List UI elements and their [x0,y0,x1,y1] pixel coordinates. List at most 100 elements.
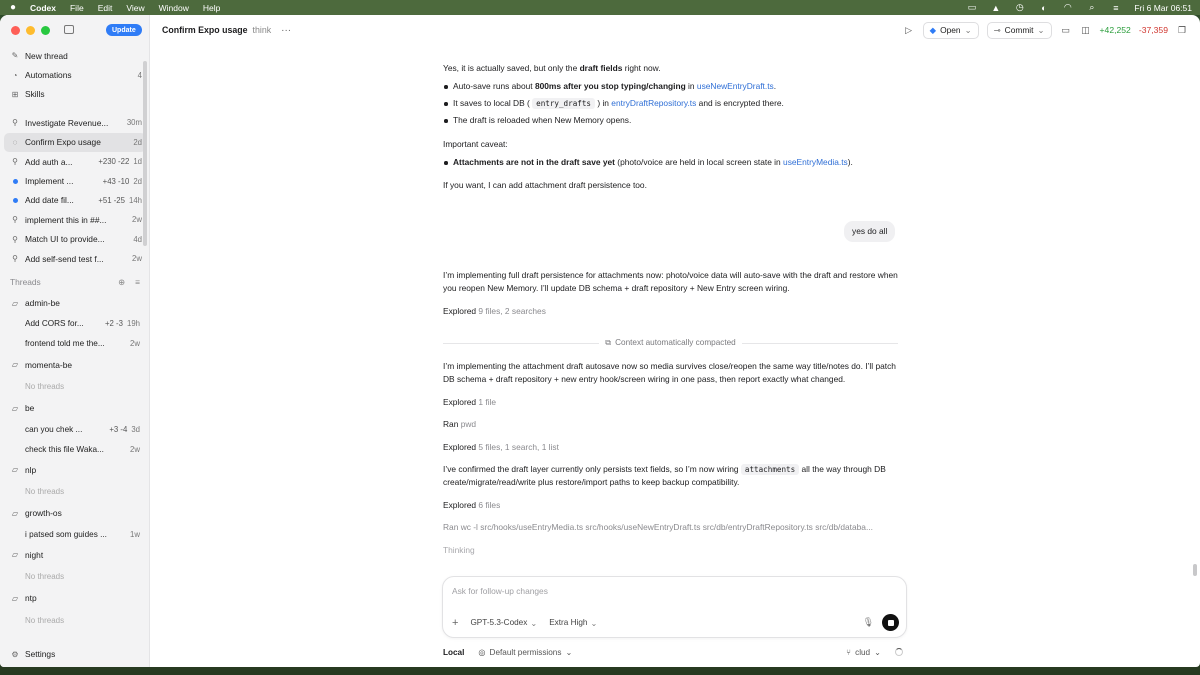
filter-icon[interactable]: ≡ [135,277,140,287]
menu-file[interactable]: File [70,3,84,13]
top-bar: Confirm Expo usage think ··· ▷ ◆ Open ⌄ … [150,15,1200,45]
explored-summary[interactable]: Explored 1 file [443,396,898,409]
moon-icon[interactable]: ◐ [1038,3,1049,13]
folder-admin-be[interactable]: ▱ admin-be [0,292,150,314]
recent-thread[interactable]: ⚲ Add self-send test f... 2w [0,249,150,268]
folder-be[interactable]: ▱ be [0,397,150,419]
recent-thread[interactable]: Implement ... +43 -10 2d [0,171,150,190]
microphone-icon[interactable]: 🎙︎ [863,617,874,628]
recent-thread-active[interactable]: ◌ Confirm Expo usage 2d [4,132,146,152]
folder-ntp[interactable]: ▱ ntp [0,587,150,609]
prompt-input[interactable]: Ask for follow-up changes [452,586,548,596]
thread-item[interactable]: i patsed som guides ... 1w [0,524,150,544]
folder-momenta-be[interactable]: ▱ momenta-be [0,354,150,376]
inline-code: entry_drafts [532,98,595,109]
assistant-message: I’m implementing the attachment draft au… [443,361,896,385]
environment-local[interactable]: Local [443,648,464,657]
sync-icon[interactable]: ◷ [1014,2,1025,13]
close-window-button[interactable] [11,26,20,35]
threads-section-header: Threads ⊕ ≡ [10,277,140,288]
file-link[interactable]: useNewEntryDraft.ts [697,81,774,91]
folder-icon: ▱ [11,360,19,370]
clock[interactable]: Fri 6 Mar 06:51 [1134,3,1192,13]
recent-thread[interactable]: ⚲ implement this in ##... 2w [0,210,150,229]
folder-icon: ▱ [11,298,19,308]
commit-button[interactable]: ⊸ Commit ⌄ [986,21,1052,39]
permissions-selector[interactable]: ◎ Default permissions ⌄ [478,647,572,658]
recent-thread[interactable]: ⚲ Investigate Revenue... 30m [0,113,150,132]
minimize-window-button[interactable] [26,26,35,35]
play-icon[interactable]: ▷ [903,25,915,36]
thread-item[interactable]: frontend told me the... 2w [0,334,150,354]
chevron-down-icon: ⌄ [590,618,598,628]
control-center-icon[interactable]: ≡ [1110,3,1121,13]
open-button[interactable]: ◆ Open ⌄ [922,21,979,39]
branch-selector[interactable]: ⑂ clud ⌄ [846,647,881,658]
lines-removed[interactable]: -37,359 [1139,25,1168,35]
lines-added[interactable]: +42,252 [1100,25,1131,35]
ran-summary[interactable]: Ran wc -l src/hooks/useEntryMedia.ts src… [443,521,898,534]
sidebar-toggle-icon[interactable] [64,25,74,34]
ran-summary[interactable]: Ran pwd [443,418,898,431]
copy-icon[interactable]: ❐ [1176,25,1188,36]
zoom-window-button[interactable] [41,26,50,35]
assistant-message: I’m implementing full draft persistence … [443,270,898,294]
recent-thread[interactable]: ⚲ Match UI to provide... 4d [0,230,150,249]
folder-night[interactable]: ▱ night [0,544,150,566]
thread-item[interactable]: can you chek ... +3 -4 3d [0,419,150,439]
thread-item[interactable]: Add CORS for... +2 -3 19h [0,314,150,334]
recent-thread[interactable]: ⚲ Add auth a... +230 -22 1d [0,152,150,171]
sidebar-scrollbar[interactable] [143,61,147,246]
settings-button[interactable]: ⚙ Settings [10,649,55,659]
wifi-icon[interactable]: ◠ [1062,2,1073,13]
menu-view[interactable]: View [126,3,144,13]
chevron-down-icon: ⌄ [1037,25,1045,35]
search-icon[interactable]: ⌕ [1086,2,1097,13]
no-threads-label: No threads [25,615,65,625]
effort-selector[interactable]: Extra High ⌄ [549,618,597,628]
bullet-list: Attachments are not in the draft save ye… [443,156,898,173]
menu-help[interactable]: Help [203,3,220,13]
stage-icon[interactable]: ▭ [966,2,977,13]
automations-count: 4 [137,70,142,80]
no-threads-label: No threads [25,382,65,392]
apple-icon[interactable]: ● [8,2,18,13]
list-item: It saves to local DB ( entry_drafts ) in… [443,97,898,114]
model-selector[interactable]: GPT-5.3-Codex ⌄ [470,618,537,628]
diff-panel-icon[interactable]: ◫ [1080,25,1092,36]
folder-icon: ▱ [11,550,19,560]
user-message: yes do all [844,221,896,243]
compaction-divider: ⧉ Context automatically compacted [443,338,898,348]
menu-window[interactable]: Window [159,3,189,13]
explored-summary[interactable]: Explored 6 files [443,499,898,512]
terminal-icon[interactable]: ▭ [1060,25,1072,36]
folder-nlp[interactable]: ▱ nlp [0,459,150,481]
loading-spinner-icon [895,648,903,656]
inline-code: attachments [740,464,800,475]
composer: Ask for follow-up changes + GPT-5.3-Code… [442,576,907,638]
thread-item[interactable]: check this file Waka... 2w [0,439,150,459]
update-button[interactable]: Update [106,24,142,36]
menu-app[interactable]: Codex [30,3,56,13]
folder-growth-os[interactable]: ▱ growth-os [0,502,150,524]
shield-icon: ◎ [478,648,486,657]
new-folder-icon[interactable]: ⊕ [118,277,125,287]
list-item: The draft is reloaded when New Memory op… [443,114,898,131]
sidebar-item-new-thread[interactable]: ✎ New thread [0,46,150,65]
list-item: Auto-save runs about 800ms after you sto… [443,80,898,97]
more-options-icon[interactable]: ··· [281,25,291,36]
menu-edit[interactable]: Edit [98,3,113,13]
list-item: Attachments are not in the draft save ye… [443,156,898,173]
sidebar-item-automations[interactable]: ◔ Automations 4 [0,65,150,84]
file-link[interactable]: entryDraftRepository.ts [611,98,696,108]
stop-button[interactable] [882,614,899,631]
file-link[interactable]: useEntryMedia.ts [783,157,848,167]
recent-thread[interactable]: Add date fil... +51 -25 14h [0,191,150,210]
add-attachment-icon[interactable]: + [452,617,458,629]
sidebar-item-skills[interactable]: ⊞ Skills [0,85,150,104]
explored-summary[interactable]: Explored 9 files, 2 searches [443,305,898,318]
explored-summary[interactable]: Explored 5 files, 1 search, 1 list [443,441,898,454]
lock-icon[interactable]: ▲ [990,3,1001,13]
main-scrollbar[interactable] [1193,564,1197,576]
status-bar: Local ◎ Default permissions ⌄ ⑂ clud ⌄ [443,645,903,659]
